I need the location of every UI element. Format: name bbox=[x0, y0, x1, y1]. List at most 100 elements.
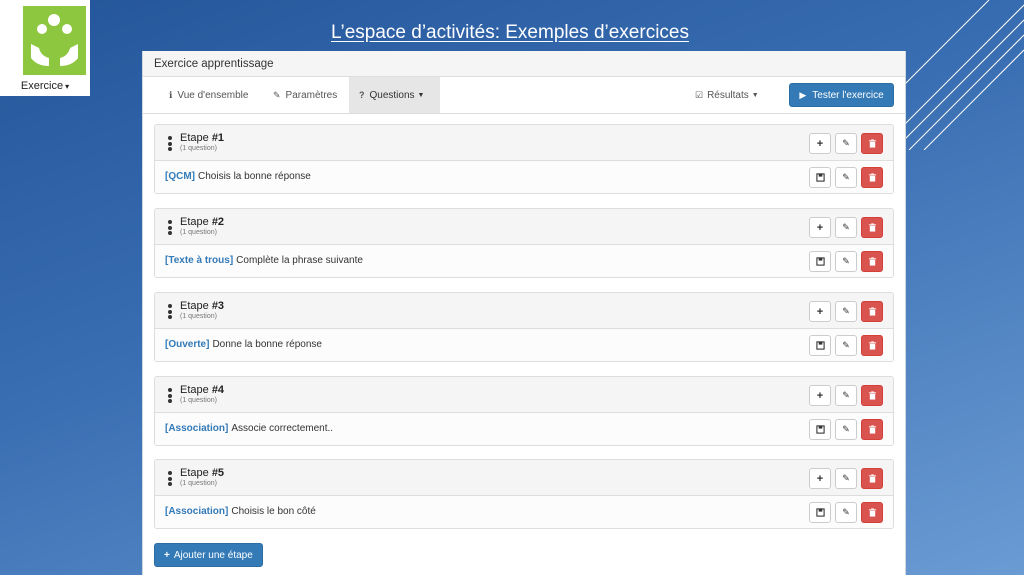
edit-step-button[interactable]: ✎ bbox=[835, 133, 857, 154]
trash-icon bbox=[868, 508, 876, 517]
save-icon bbox=[815, 341, 825, 350]
edit-step-button[interactable]: ✎ bbox=[835, 217, 857, 238]
delete-question-button[interactable] bbox=[861, 419, 883, 440]
edit-question-button[interactable]: ✎ bbox=[835, 502, 857, 523]
pencil-icon: ✎ bbox=[842, 390, 850, 400]
delete-step-button[interactable] bbox=[861, 301, 883, 322]
step-title: Etape #1 bbox=[180, 132, 224, 144]
tab-params-label: Paramètres bbox=[285, 89, 338, 101]
delete-question-button[interactable] bbox=[861, 335, 883, 356]
question-row[interactable]: [Association] Associe correctement.. ✎ bbox=[155, 413, 893, 445]
logo-menu[interactable]: Exercice ▾ bbox=[0, 80, 90, 92]
add-question-button[interactable]: + bbox=[809, 468, 831, 489]
test-exercise-button[interactable]: ▶ Tester l'exercice bbox=[789, 83, 894, 107]
drag-handle-icon[interactable] bbox=[168, 388, 172, 405]
question-type-tag: [QCM] bbox=[165, 171, 195, 182]
step-label: Etape bbox=[180, 216, 209, 228]
edit-step-button[interactable]: ✎ bbox=[835, 385, 857, 406]
logo-icon bbox=[23, 6, 86, 75]
tab-overview[interactable]: ℹ Vue d'ensemble bbox=[159, 77, 258, 113]
step-header: Etape #4 (1 question) + ✎ bbox=[155, 377, 893, 413]
question-text: [Ouverte] Donne la bonne réponse bbox=[165, 339, 322, 350]
delete-question-button[interactable] bbox=[861, 167, 883, 188]
drag-handle-icon[interactable] bbox=[168, 136, 172, 153]
trash-icon bbox=[868, 139, 876, 148]
step-card: Etape #4 (1 question) + ✎ [Association] A… bbox=[154, 376, 894, 446]
edit-step-button[interactable]: ✎ bbox=[835, 301, 857, 322]
delete-step-button[interactable] bbox=[861, 385, 883, 406]
pencil-icon: ✎ bbox=[842, 306, 850, 316]
save-question-button[interactable] bbox=[809, 251, 831, 272]
step-card: Etape #1 (1 question) + ✎ [QCM] Choisis l… bbox=[154, 124, 894, 194]
question-row[interactable]: [QCM] Choisis la bonne réponse ✎ bbox=[155, 161, 893, 193]
pencil-icon: ✎ bbox=[273, 89, 281, 100]
step-question-count: (1 question) bbox=[180, 397, 217, 404]
save-icon bbox=[815, 508, 825, 517]
edit-question-button[interactable]: ✎ bbox=[835, 419, 857, 440]
delete-step-button[interactable] bbox=[861, 217, 883, 238]
drag-handle-icon[interactable] bbox=[168, 304, 172, 321]
panel-title: Exercice apprentissage bbox=[143, 51, 905, 77]
question-row[interactable]: [Association] Choisis le bon côté ✎ bbox=[155, 496, 893, 528]
step-title: Etape #4 bbox=[180, 384, 224, 396]
question-label: Associe correctement.. bbox=[231, 423, 334, 434]
add-question-button[interactable]: + bbox=[809, 385, 831, 406]
save-icon bbox=[815, 425, 825, 434]
delete-question-button[interactable] bbox=[861, 502, 883, 523]
save-question-button[interactable] bbox=[809, 419, 831, 440]
logo-card[interactable]: Exercice ▾ bbox=[0, 0, 90, 96]
tab-results-label: Résultats bbox=[707, 89, 749, 101]
plus-icon: + bbox=[164, 549, 170, 561]
chevron-down-icon: ▼ bbox=[751, 91, 759, 99]
add-step-label: Ajouter une étape bbox=[173, 549, 253, 561]
delete-question-button[interactable] bbox=[861, 251, 883, 272]
step-question-count: (1 question) bbox=[180, 229, 217, 236]
delete-step-button[interactable] bbox=[861, 468, 883, 489]
save-question-button[interactable] bbox=[809, 167, 831, 188]
save-icon bbox=[815, 257, 825, 266]
step-title: Etape #3 bbox=[180, 300, 224, 312]
edit-question-button[interactable]: ✎ bbox=[835, 335, 857, 356]
plus-icon: + bbox=[816, 221, 824, 234]
plus-icon: + bbox=[816, 137, 824, 150]
edit-question-button[interactable]: ✎ bbox=[835, 167, 857, 188]
question-type-tag: [Ouverte] bbox=[165, 339, 210, 350]
tab-params[interactable]: ✎ Paramètres bbox=[263, 77, 347, 113]
step-label: Etape bbox=[180, 300, 209, 312]
pencil-icon: ✎ bbox=[842, 172, 850, 182]
add-question-button[interactable]: + bbox=[809, 133, 831, 154]
trash-icon bbox=[868, 474, 876, 483]
trash-icon bbox=[868, 223, 876, 232]
add-question-button[interactable]: + bbox=[809, 217, 831, 238]
play-icon: ▶ bbox=[799, 89, 807, 100]
question-row[interactable]: [Texte à trous] Complète la phrase suivan… bbox=[155, 245, 893, 277]
step-header: Etape #3 (1 question) + ✎ bbox=[155, 293, 893, 329]
save-question-button[interactable] bbox=[809, 502, 831, 523]
edit-step-button[interactable]: ✎ bbox=[835, 468, 857, 489]
slide-title: L’espace d’activités: Exemples d’exercic… bbox=[330, 22, 689, 43]
tab-results[interactable]: ☑ Résultats ▼ bbox=[695, 77, 759, 113]
question-label: Choisis le bon côté bbox=[231, 506, 316, 517]
pencil-icon: ✎ bbox=[842, 222, 850, 232]
question-text: [QCM] Choisis la bonne réponse bbox=[165, 171, 311, 182]
question-text: [Association] Associe correctement.. bbox=[165, 423, 333, 434]
pencil-icon: ✎ bbox=[842, 256, 850, 266]
step-number: #5 bbox=[211, 467, 225, 479]
trash-icon bbox=[868, 257, 876, 266]
add-question-button[interactable]: + bbox=[809, 301, 831, 322]
drag-handle-icon[interactable] bbox=[168, 220, 172, 237]
step-question-count: (1 question) bbox=[180, 313, 217, 320]
question-type-tag: [Association] bbox=[165, 506, 229, 517]
add-step-button[interactable]: + Ajouter une étape bbox=[154, 543, 263, 567]
save-question-button[interactable] bbox=[809, 335, 831, 356]
question-type-tag: [Texte à trous] bbox=[165, 255, 234, 266]
test-exercise-label: Tester l'exercice bbox=[812, 89, 884, 101]
trash-icon bbox=[868, 173, 876, 182]
drag-handle-icon[interactable] bbox=[168, 471, 172, 488]
edit-question-button[interactable]: ✎ bbox=[835, 251, 857, 272]
question-text: [Texte à trous] Complète la phrase suivan… bbox=[165, 255, 363, 266]
tab-questions[interactable]: ? Questions ▼ bbox=[349, 77, 440, 113]
delete-step-button[interactable] bbox=[861, 133, 883, 154]
step-card: Etape #3 (1 question) + ✎ [Ouverte] Donne… bbox=[154, 292, 894, 362]
question-row[interactable]: [Ouverte] Donne la bonne réponse ✎ bbox=[155, 329, 893, 361]
